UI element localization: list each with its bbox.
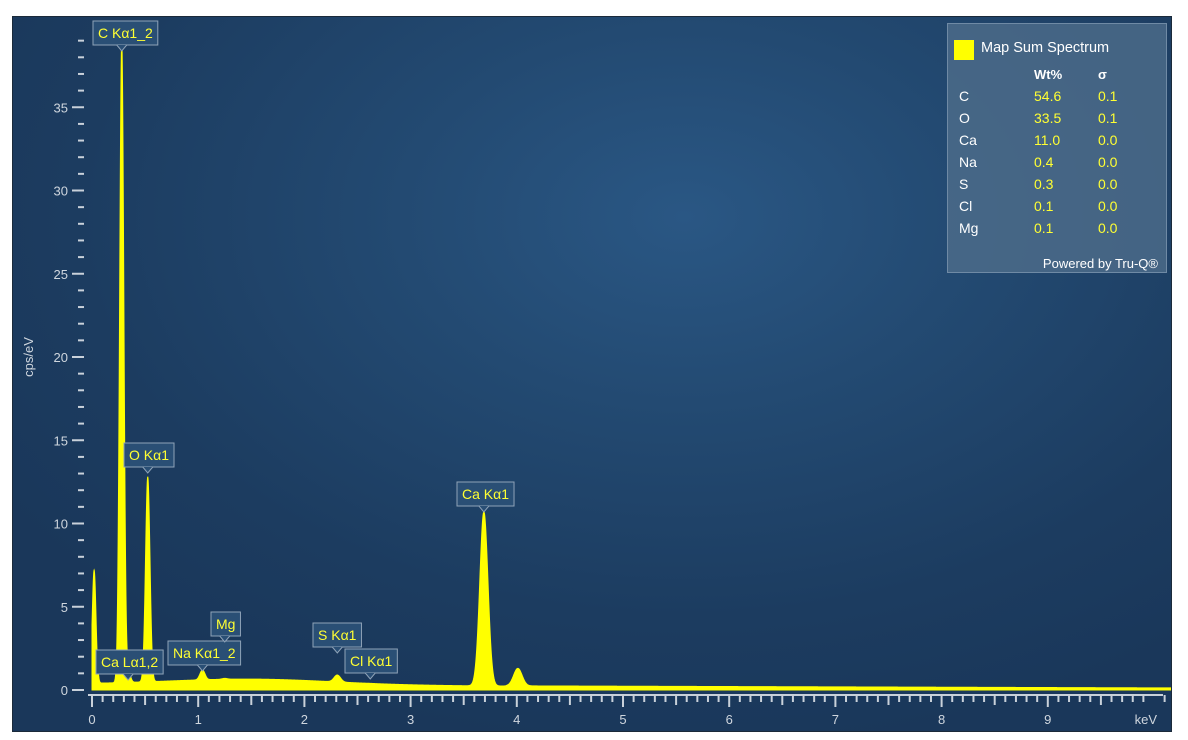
y-tick-label: 0 bbox=[61, 683, 68, 698]
x-tick-label: 9 bbox=[1044, 712, 1051, 727]
legend-sigma: 0.0 bbox=[1098, 198, 1118, 214]
peak-label-text: S Kα1 bbox=[318, 627, 357, 643]
legend-sigma: 0.0 bbox=[1098, 220, 1118, 236]
legend-sigma: 0.0 bbox=[1098, 176, 1118, 192]
x-tick-label: 1 bbox=[195, 712, 202, 727]
legend-row: C 54.6 0.1 bbox=[948, 88, 1168, 110]
legend-row: O 33.5 0.1 bbox=[948, 110, 1168, 132]
legend-sigma: 0.0 bbox=[1098, 154, 1118, 170]
peak-label-pointer bbox=[116, 44, 128, 52]
legend-panel: Map Sum Spectrum Wt% σ C 54.6 0.1 O 33.5… bbox=[947, 23, 1167, 273]
y-tick-label: 35 bbox=[54, 100, 68, 115]
peak-label: Na Kα1_2 bbox=[167, 640, 242, 672]
legend-element: Mg bbox=[959, 220, 979, 236]
peak-label-text: O Kα1 bbox=[129, 447, 169, 463]
legend-title: Map Sum Spectrum bbox=[981, 40, 1110, 56]
legend-row: Cl 0.1 0.0 bbox=[948, 198, 1168, 220]
x-tick-label: 3 bbox=[407, 712, 414, 727]
peak-label-pointer bbox=[142, 466, 154, 474]
legend-row: Mg 0.1 0.0 bbox=[948, 220, 1168, 242]
x-tick-label: 6 bbox=[726, 712, 733, 727]
legend-wt: 33.5 bbox=[1034, 110, 1062, 126]
y-tick-label: 25 bbox=[54, 267, 68, 282]
legend-row: Na 0.4 0.0 bbox=[948, 154, 1168, 176]
legend-header-wt: Wt% bbox=[1034, 67, 1063, 82]
peak-label: Mg bbox=[210, 611, 241, 643]
legend-element: S bbox=[959, 176, 969, 192]
legend-wt: 11.0 bbox=[1034, 132, 1061, 148]
legend-element: O bbox=[959, 110, 970, 126]
legend-sigma: 0.1 bbox=[1098, 110, 1118, 126]
peak-label-text: Na Kα1_2 bbox=[173, 645, 236, 661]
x-tick-label: 5 bbox=[619, 712, 626, 727]
legend-sigma: 0.1 bbox=[1098, 88, 1118, 104]
peak-label-text: Cl Kα1 bbox=[350, 653, 393, 669]
peak-label: Ca Kα1 bbox=[456, 481, 515, 513]
peak-label-pointer bbox=[478, 505, 490, 513]
x-axis-label: keV bbox=[1135, 712, 1158, 727]
legend-footer: Powered by Tru-Q® bbox=[1042, 256, 1158, 271]
y-axis-label: cps/eV bbox=[21, 337, 36, 377]
peak-labels-layer: C Kα1_2 O Kα1 Ca Lα1,2 Na Kα1_2 Mg S Kα1 Cl Kα… bbox=[92, 20, 515, 681]
y-tick-label: 20 bbox=[54, 350, 68, 365]
peak-label-text: Ca Kα1 bbox=[462, 486, 509, 502]
y-tick-label: 15 bbox=[54, 433, 68, 448]
legend-row: S 0.3 0.0 bbox=[948, 176, 1168, 198]
legend-element: Ca bbox=[959, 132, 977, 148]
x-tick-label: 7 bbox=[832, 712, 839, 727]
legend-element: Cl bbox=[959, 198, 973, 214]
legend-sigma: 0.0 bbox=[1098, 132, 1118, 148]
y-tick-label: 10 bbox=[54, 517, 68, 532]
legend-wt: 0.1 bbox=[1034, 220, 1054, 236]
x-tick-label: 8 bbox=[938, 712, 945, 727]
spectrum-chart-frame: 0 5 10 15 20 25 30 35 cps/eV 0 1 2 3 4 5 6 7 8 9 keV C Kα1_… bbox=[12, 16, 1172, 732]
peak-label-pointer bbox=[197, 664, 208, 672]
legend-element: Na bbox=[959, 154, 977, 170]
peak-label-pointer bbox=[364, 672, 376, 680]
x-tick-label: 4 bbox=[513, 712, 520, 727]
peak-label-text: Ca Lα1,2 bbox=[101, 654, 158, 670]
y-tick-label: 30 bbox=[54, 184, 68, 199]
peak-label-text: C Kα1_2 bbox=[98, 25, 153, 41]
legend-swatch bbox=[954, 40, 974, 60]
peak-label-pointer bbox=[331, 646, 343, 654]
legend-wt: 0.1 bbox=[1034, 198, 1054, 214]
legend-row: Ca 11.0 0.0 bbox=[948, 132, 1168, 154]
legend-header-sigma: σ bbox=[1098, 67, 1107, 82]
peak-label-text: Mg bbox=[216, 616, 235, 632]
legend-element: C bbox=[959, 88, 970, 104]
legend-wt: 0.4 bbox=[1034, 154, 1054, 170]
x-tick-label: 2 bbox=[301, 712, 308, 727]
x-tick-label: 0 bbox=[88, 712, 95, 727]
peak-label: C Kα1_2 bbox=[92, 20, 159, 52]
legend-wt: 0.3 bbox=[1034, 176, 1054, 192]
legend-wt: 54.6 bbox=[1034, 88, 1062, 104]
peak-label: O Kα1 bbox=[123, 442, 175, 474]
peak-label: Cl Kα1 bbox=[344, 648, 398, 680]
y-tick-label: 5 bbox=[61, 600, 68, 615]
